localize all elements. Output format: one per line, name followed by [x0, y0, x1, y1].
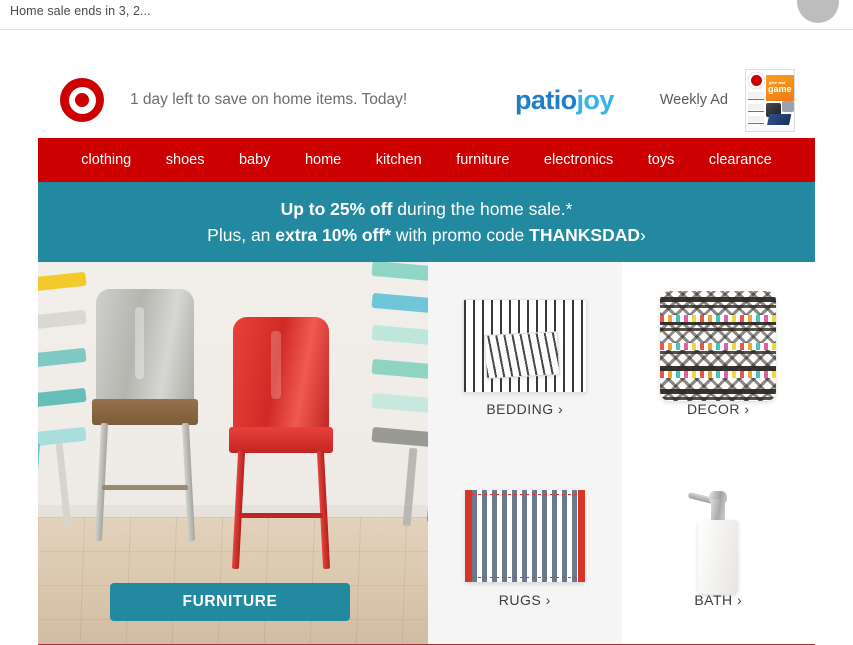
tile-decor[interactable]: DECOR ›	[621, 262, 815, 453]
patterned-pillow-art	[648, 283, 788, 408]
content-grid: FURNITURE BEDDING › DECOR › RUGS › BATH …	[38, 262, 815, 644]
tile-bath[interactable]: BATH ›	[621, 453, 815, 644]
bedding-sheets-art	[455, 283, 595, 408]
nav-item-baby[interactable]: baby	[222, 152, 288, 168]
marble-soap-dispenser	[687, 478, 744, 596]
category-nav: clothing shoes baby home kitchen furnitu…	[38, 138, 815, 182]
stacked-chairs-left	[38, 267, 87, 530]
brand-header: 1 day left to save on home items. Today!…	[38, 62, 815, 138]
promo-banner[interactable]: Up to 25% off during the home sale.* Plu…	[38, 182, 815, 262]
furniture-button[interactable]: FURNITURE	[110, 583, 350, 621]
browser-topbar: Home sale ends in 3, 2...	[0, 0, 853, 30]
tile-label-rugs: RUGS ›	[498, 592, 551, 608]
soap-dispenser-art	[648, 474, 788, 599]
patiojoy-logo[interactable]: patiojoy	[515, 85, 614, 116]
circular-banner: give dad game	[766, 74, 794, 101]
circular-target-logo-icon	[748, 71, 765, 89]
weekly-ad-link[interactable]: Weekly Ad	[660, 92, 728, 108]
dispenser-body	[698, 520, 739, 594]
page-title: Home sale ends in 3, 2...	[10, 4, 151, 18]
promo-chevron-icon: ›	[639, 224, 646, 245]
promo-line2-pre: Plus, an	[207, 224, 276, 245]
patiojoy-logo-part1: patio	[515, 84, 577, 115]
tile-label-bedding: BEDDING ›	[486, 401, 564, 417]
weekly-ad-circular-thumbnail[interactable]: give dad game	[745, 68, 795, 132]
nav-item-kitchen[interactable]: kitchen	[358, 152, 438, 168]
promo-code: THANKSDAD	[529, 224, 640, 245]
patiojoy-logo-part2: joy	[576, 84, 615, 115]
circular-banner-text2: game	[768, 83, 792, 94]
target-bullseye-icon[interactable]	[60, 78, 104, 122]
nav-item-clearance[interactable]: clearance	[692, 152, 789, 168]
nav-item-toys[interactable]: toys	[631, 152, 692, 168]
nav-item-furniture[interactable]: furniture	[439, 152, 527, 168]
promo-line1-bold: Up to 25% off	[280, 198, 393, 219]
tile-label-bath: BATH ›	[694, 592, 743, 608]
tile-label-decor: DECOR ›	[686, 401, 750, 417]
nav-item-electronics[interactable]: electronics	[527, 152, 631, 168]
promo-line2-bold: extra 10% off*	[275, 224, 392, 245]
striped-rug	[464, 490, 585, 582]
stacked-chairs-right	[371, 262, 428, 527]
promo-line-1: Up to 25% off during the home sale.*	[281, 199, 573, 220]
nav-item-shoes[interactable]: shoes	[149, 152, 222, 168]
hero-furniture-image[interactable]: FURNITURE	[38, 262, 428, 644]
tile-rugs[interactable]: RUGS ›	[428, 453, 622, 644]
bullseye-dot	[75, 93, 89, 107]
bullseye-ring	[68, 86, 96, 114]
nav-item-home[interactable]: home	[288, 152, 359, 168]
throw-pillow	[660, 291, 777, 401]
promo-line-2: Plus, an extra 10% off* with promo code …	[207, 225, 646, 246]
promo-line2-mid: with promo code	[391, 224, 530, 245]
circular-product-3	[782, 100, 794, 112]
striped-rug-art	[455, 474, 595, 599]
nav-item-clothing[interactable]: clothing	[64, 152, 149, 168]
promo-line1-rest: during the home sale.*	[392, 198, 573, 219]
header-right-group: patiojoy Weekly Ad give dad game	[515, 68, 815, 132]
email-canvas: 1 day left to save on home items. Today!…	[0, 30, 853, 645]
circular-footer	[746, 124, 794, 131]
header-headline: 1 day left to save on home items. Today!	[130, 91, 408, 108]
bedding-folded-sheet	[483, 331, 560, 379]
category-tiles: BEDDING › DECOR › RUGS › BATH ›	[428, 262, 815, 644]
tile-bedding[interactable]: BEDDING ›	[428, 262, 622, 453]
user-avatar-circle-icon[interactable]	[797, 0, 839, 23]
